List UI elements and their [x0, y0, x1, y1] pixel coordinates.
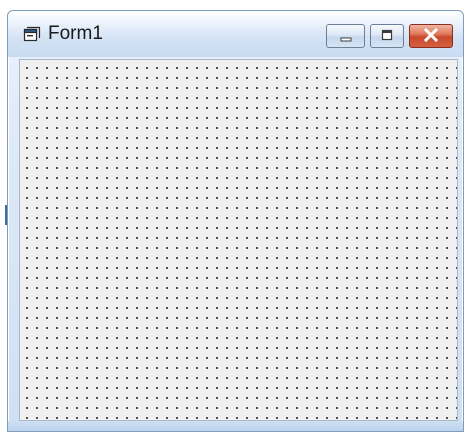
- minimize-button[interactable]: [326, 24, 365, 48]
- close-icon: [423, 27, 439, 46]
- minimize-icon: [339, 27, 353, 46]
- window-title: Form1: [48, 23, 103, 44]
- title-bar[interactable]: Form1: [8, 11, 463, 57]
- close-button[interactable]: [409, 24, 453, 48]
- form-design-grid[interactable]: [19, 59, 458, 421]
- designer-surface: Form1: [0, 0, 471, 436]
- form-icon[interactable]: [23, 26, 41, 42]
- form-window[interactable]: Form1: [7, 10, 464, 432]
- maximize-button[interactable]: [370, 24, 404, 48]
- maximize-icon: [380, 27, 394, 46]
- window-bottom-border: [8, 421, 463, 431]
